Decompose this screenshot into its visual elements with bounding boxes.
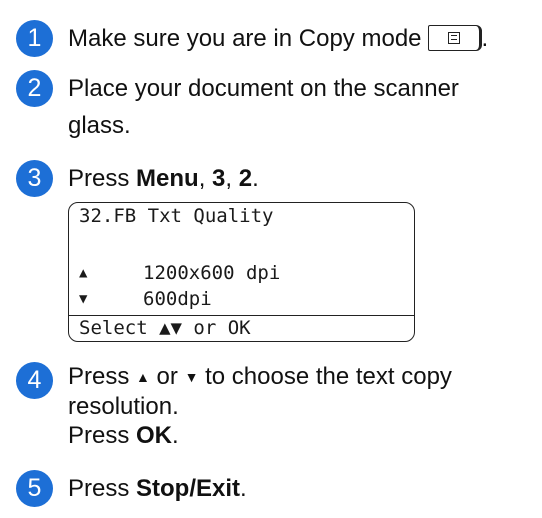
copy-mode-key-icon (427, 24, 482, 51)
down-arrow-icon: ▼ (79, 291, 88, 307)
step-4-prefix: Press (68, 363, 137, 390)
step-1-text: Make sure you are in Copy mode (68, 25, 422, 52)
ok-key-label: OK (136, 422, 173, 449)
separator: , (225, 165, 239, 192)
key-3-label: 3 (212, 165, 226, 192)
step-4-line-3: Press OK. (68, 421, 452, 450)
step-2-line-2: glass. (68, 112, 131, 139)
lcd-title: 32.FB Txt Quality (79, 205, 274, 227)
period: . (252, 165, 259, 192)
step-number-badge: 4 (16, 362, 53, 399)
lcd-display: 32.FB Txt Quality ▲ 1200x600 dpi ▼ 600dp… (68, 202, 415, 342)
step-4-line-2: resolution. (68, 393, 179, 420)
up-arrow-icon: ▲ (79, 265, 88, 281)
step-4-press: Press (68, 422, 137, 449)
step-5-prefix: Press (68, 475, 137, 502)
period: . (172, 422, 179, 449)
step-text: Press Menu, 3, 2. (68, 160, 259, 197)
step-4-rest: to choose the text copy (198, 363, 452, 390)
step-text: Make sure you are in Copy mode. (68, 24, 489, 52)
up-arrow-icon: ▲ (136, 369, 150, 385)
lcd-option-1200x600: 1200x600 dpi (143, 262, 281, 284)
separator: , (198, 165, 213, 192)
down-arrow-icon: ▼ (184, 369, 199, 385)
stop-exit-key-label: Stop/Exit (136, 475, 241, 502)
period: . (240, 475, 247, 502)
lcd-option-600dpi: 600dpi (143, 288, 212, 310)
step-number-badge: 5 (16, 470, 53, 507)
step-text: Press Stop/Exit. (68, 470, 247, 507)
step-number-badge: 2 (16, 70, 53, 107)
lcd-footer: Select ▲▼ or OK (79, 317, 251, 339)
step-text: Press ▲ or ▼ to choose the text copy res… (68, 362, 452, 450)
step-number-badge: 1 (16, 20, 53, 57)
step-2-line-1: Place your document on the scanner (68, 75, 459, 102)
or-text: or (149, 363, 185, 390)
step-3-prefix: Press (68, 165, 137, 192)
menu-key-label: Menu (136, 165, 199, 192)
step-text: Place your document on the scanner glass… (68, 70, 459, 144)
step-number-badge: 3 (16, 160, 53, 197)
key-2-label: 2 (238, 165, 253, 192)
step-4-line-1: Press ▲ or ▼ to choose the text copy (68, 362, 452, 392)
